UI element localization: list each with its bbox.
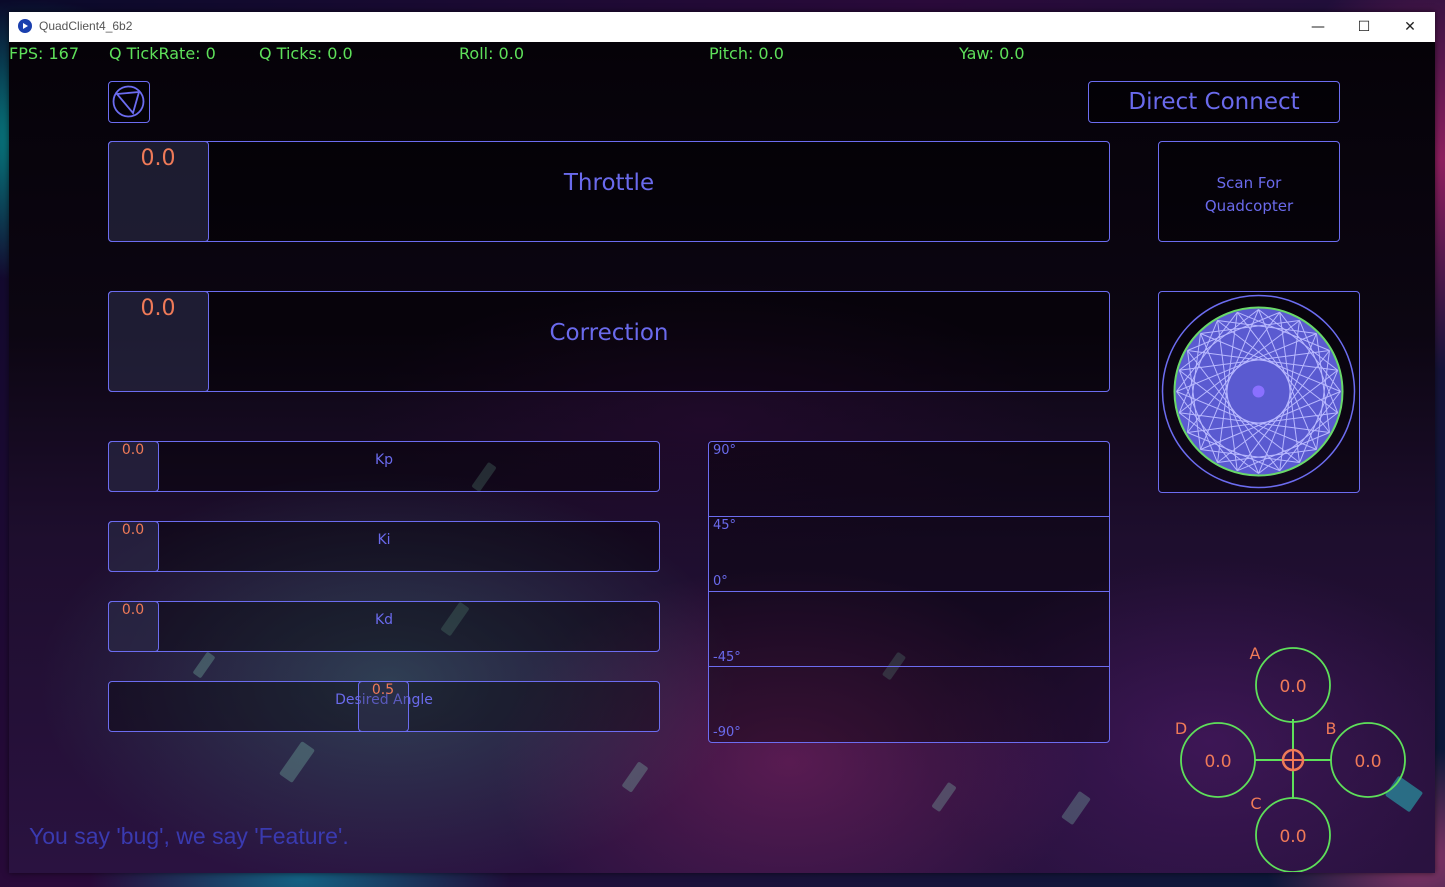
graph-gridline: [709, 666, 1109, 667]
direct-connect-label: Direct Connect: [1128, 89, 1300, 115]
scan-label: Scan For Quadcopter: [1159, 172, 1339, 218]
close-button[interactable]: ✕: [1387, 12, 1433, 42]
motor-diagram: 0.0 0.0 0.0 0.0 A B C D: [1175, 644, 1406, 872]
motor-c-value: 0.0: [1279, 827, 1306, 847]
kd-slider[interactable]: Kd 0.0: [107, 600, 660, 652]
minimize-button[interactable]: —: [1295, 12, 1341, 42]
background-shard: [278, 741, 316, 783]
app-window: QuadClient4_6b2 — ☐ ✕ FPS: 167 Q TickRat…: [9, 12, 1435, 873]
tagline-text: You say 'bug', we say 'Feature'.: [29, 823, 349, 849]
ki-label: Ki: [377, 532, 391, 548]
ki-slider-handle[interactable]: 0.0: [107, 520, 159, 572]
window-title: QuadClient4_6b2: [39, 19, 133, 33]
motor-a-value: 0.0: [1279, 677, 1306, 697]
desired-angle-slider[interactable]: Desired Angle 0.5: [108, 680, 660, 732]
motor-b-value: 0.0: [1354, 752, 1381, 772]
throttle-label: Throttle: [563, 170, 655, 196]
kd-value: 0.0: [121, 601, 145, 618]
background-shard: [1061, 790, 1091, 826]
graph-label-45: 45°: [713, 518, 737, 533]
motor-d-value: 0.0: [1204, 752, 1231, 772]
maximize-button[interactable]: ☐: [1341, 12, 1387, 42]
desired-angle-slider-handle[interactable]: 0.5: [357, 680, 409, 732]
orientation-display: [1158, 291, 1360, 493]
motor-a-label: A: [1250, 644, 1261, 663]
kd-slider-handle[interactable]: 0.0: [107, 600, 159, 652]
motor-c-label: C: [1250, 794, 1261, 813]
kp-slider-handle[interactable]: 0.0: [107, 440, 159, 492]
correction-slider-handle[interactable]: 0.0: [107, 290, 209, 392]
background-shard: [192, 651, 216, 679]
play-circle-icon: [18, 19, 32, 33]
correction-slider[interactable]: Correction 0.0: [107, 290, 1110, 392]
ticks-readout: Q Ticks: 0.0: [259, 44, 353, 63]
graph-gridline: [709, 591, 1109, 592]
background-shard: [931, 781, 957, 813]
graph-label-90: 90°: [713, 443, 737, 458]
app-canvas: FPS: 167 Q TickRate: 0 Q Ticks: 0.0 Roll…: [9, 42, 1435, 873]
scan-label-line1: Scan For: [1216, 174, 1282, 192]
orientation-sphere: [1161, 294, 1356, 489]
tick-rate-readout: Q TickRate: 0: [109, 44, 216, 63]
angle-graph: 90° 45° 0° -45° -90°: [708, 441, 1110, 743]
motor-d-label: D: [1175, 719, 1187, 738]
throttle-slider[interactable]: Throttle 0.0: [107, 140, 1110, 242]
throttle-slider-handle[interactable]: 0.0: [107, 140, 209, 242]
scan-for-quadcopter-button[interactable]: Scan For Quadcopter: [1158, 141, 1340, 242]
logo-button[interactable]: [108, 81, 150, 123]
graph-label-neg90: -90°: [713, 725, 741, 740]
quad-logo-icon: [112, 85, 145, 118]
kp-slider[interactable]: Kp 0.0: [107, 440, 660, 492]
kp-label: Kp: [374, 452, 394, 468]
correction-value: 0.0: [140, 295, 176, 321]
title-bar[interactable]: QuadClient4_6b2 — ☐ ✕: [9, 12, 1435, 42]
pitch-readout: Pitch: 0.0: [709, 44, 784, 63]
kd-label: Kd: [374, 612, 394, 628]
desired-angle-value: 0.5: [371, 681, 395, 698]
motor-b-label: B: [1326, 719, 1337, 738]
throttle-value: 0.0: [140, 145, 176, 171]
ki-value: 0.0: [121, 521, 145, 538]
kp-value: 0.0: [121, 441, 145, 458]
yaw-readout: Yaw: 0.0: [959, 44, 1025, 63]
fps-readout: FPS: 167: [9, 44, 80, 63]
direct-connect-button[interactable]: Direct Connect: [1088, 81, 1340, 123]
correction-label: Correction: [549, 320, 669, 346]
graph-label-neg45: -45°: [713, 650, 741, 665]
background-shard: [621, 761, 649, 793]
graph-label-0: 0°: [713, 574, 728, 589]
scan-label-line2: Quadcopter: [1204, 197, 1294, 215]
roll-readout: Roll: 0.0: [459, 44, 524, 63]
ki-slider[interactable]: Ki 0.0: [107, 520, 660, 572]
graph-gridline: [709, 516, 1109, 517]
